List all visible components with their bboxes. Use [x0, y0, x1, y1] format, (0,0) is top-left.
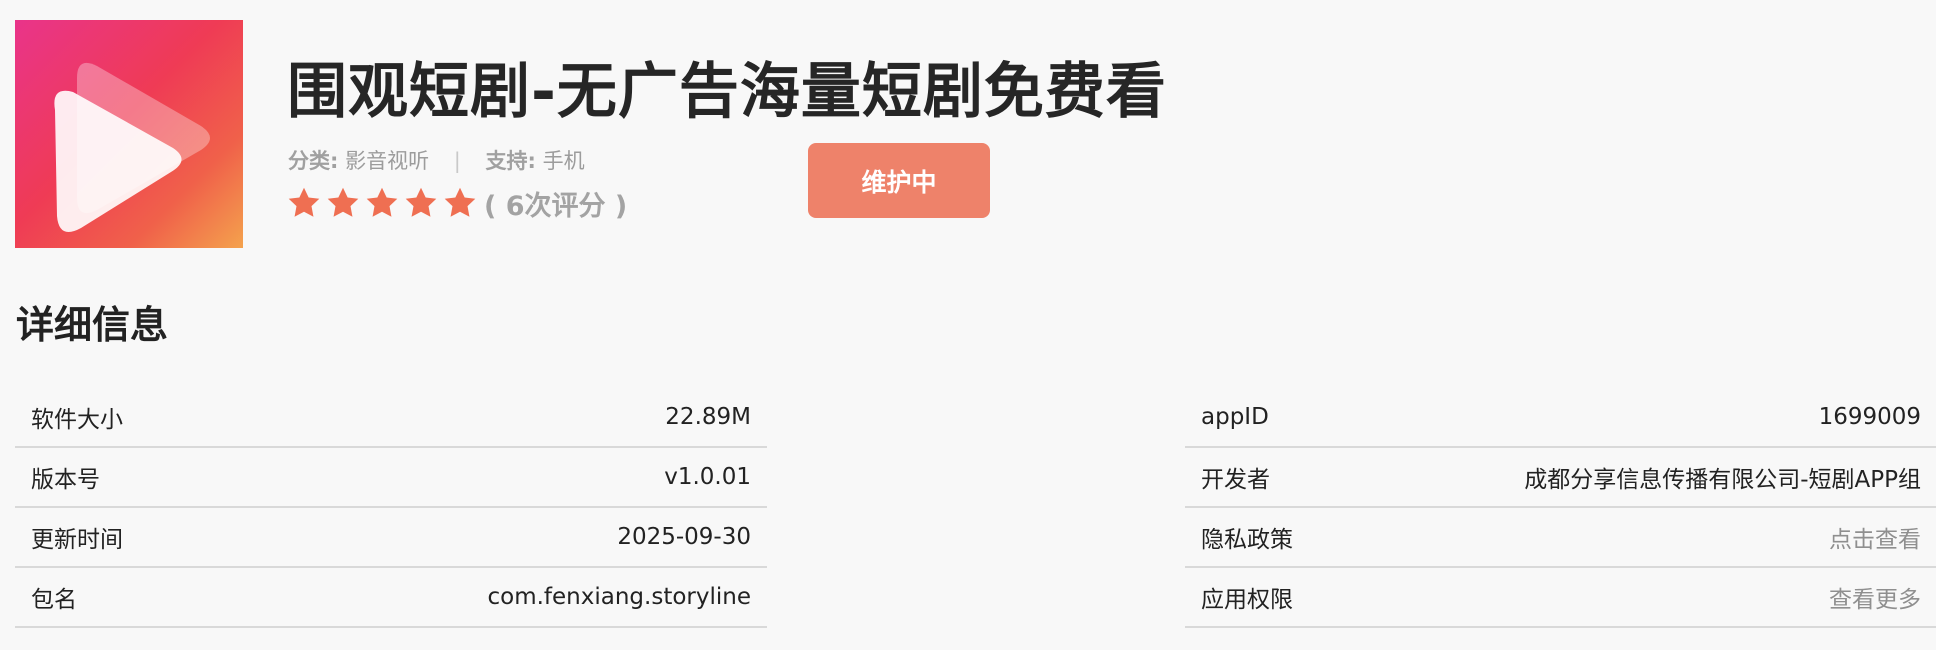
support-label: 支持:: [485, 149, 536, 173]
detail-label: appID: [1201, 404, 1269, 430]
detail-row-permissions: 应用权限 查看更多: [1185, 568, 1936, 628]
detail-value: 22.89M: [665, 404, 751, 430]
rating: ( 6次评分 ): [286, 183, 627, 223]
app-icon: [15, 20, 243, 248]
detail-row-appid: appID 1699009: [1185, 388, 1936, 448]
detail-value: 1699009: [1818, 404, 1921, 430]
detail-label: 软件大小: [31, 407, 123, 433]
rating-stars: [286, 185, 478, 221]
detail-value: v1.0.01: [664, 464, 751, 490]
detail-value: 2025-09-30: [617, 524, 751, 550]
meta-separator: |: [453, 149, 461, 173]
app-detail-page: 围观短剧-无广告海量短剧免费看 分类: 影音视听 | 支持: 手机 ( 6次评分…: [0, 0, 1936, 650]
detail-row-version: 版本号 v1.0.01: [15, 448, 767, 508]
support-value: 手机: [542, 149, 585, 173]
play-triangle-icon: [54, 62, 210, 232]
detail-value: 成都分享信息传播有限公司-短剧APP组: [1524, 467, 1921, 493]
detail-value: com.fenxiang.storyline: [487, 584, 752, 610]
star-icon: [444, 187, 476, 217]
rating-count: ( 6次评分 ): [484, 190, 628, 222]
star-icon: [366, 187, 398, 217]
app-meta: 分类: 影音视听 | 支持: 手机: [288, 146, 585, 176]
detail-label: 版本号: [31, 467, 100, 493]
detail-row-privacy: 隐私政策 点击查看: [1185, 508, 1936, 568]
permissions-more-link[interactable]: 查看更多: [1829, 580, 1921, 614]
category-value: 影音视听: [345, 149, 430, 173]
details-section-title: 详细信息: [16, 303, 169, 347]
detail-row-package: 包名 com.fenxiang.storyline: [15, 568, 767, 628]
detail-label: 开发者: [1201, 467, 1270, 493]
maintenance-status-button[interactable]: 维护中: [808, 143, 990, 218]
category-label: 分类:: [288, 149, 339, 173]
details-table-right: appID 1699009 开发者 成都分享信息传播有限公司-短剧APP组 隐私…: [1185, 388, 1936, 628]
star-icon: [288, 187, 320, 217]
detail-label: 包名: [31, 587, 77, 613]
star-icon: [327, 187, 359, 217]
star-icon: [405, 187, 437, 217]
detail-label: 更新时间: [31, 527, 123, 553]
details-table-left: 软件大小 22.89M 版本号 v1.0.01 更新时间 2025-09-30 …: [15, 388, 767, 628]
detail-label: 隐私政策: [1201, 527, 1293, 553]
detail-row-size: 软件大小 22.89M: [15, 388, 767, 448]
detail-row-developer: 开发者 成都分享信息传播有限公司-短剧APP组: [1185, 448, 1936, 508]
app-title: 围观短剧-无广告海量短剧免费看: [287, 57, 1167, 127]
detail-label: 应用权限: [1201, 587, 1293, 613]
detail-row-update-time: 更新时间 2025-09-30: [15, 508, 767, 568]
privacy-policy-link[interactable]: 点击查看: [1829, 520, 1921, 554]
